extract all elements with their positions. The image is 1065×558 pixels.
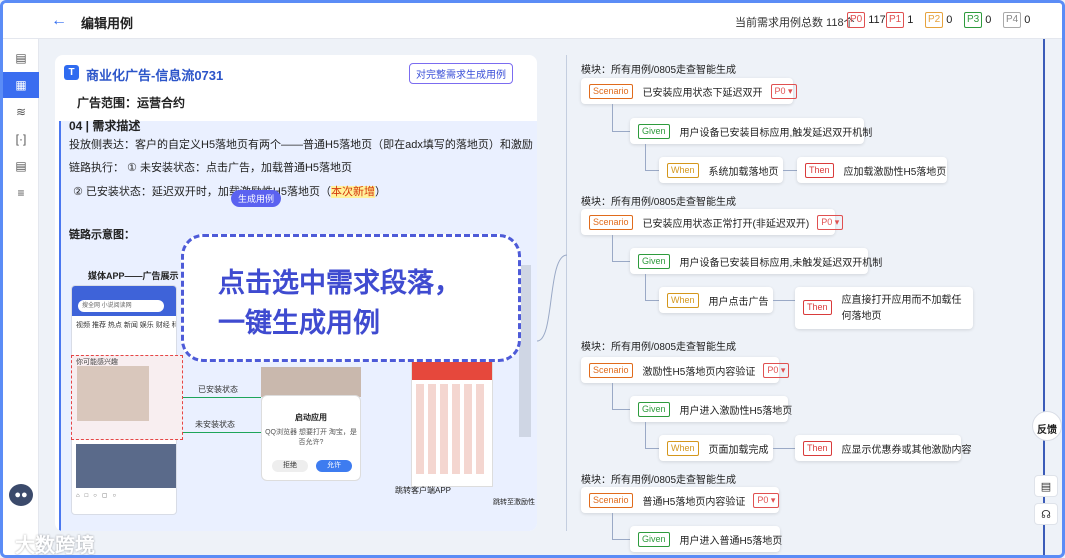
generate-full-cases-button[interactable]: 对完整需求生成用例: [409, 63, 513, 84]
paragraph-3[interactable]: ② 已安装状态：延迟双开时，加载激励性H5落地页（本次新增）: [73, 183, 386, 199]
then-node[interactable]: Then 应直接打开应用而不加载任何落地页: [795, 287, 973, 329]
scenario-node[interactable]: Scenario 普通H5落地页内容验证 P0 ▾: [581, 487, 780, 513]
test-case-mindmap: 模块：所有用例/0805走查智能生成 Scenario 已安装应用状态下延迟双开 P…: [569, 55, 1044, 555]
installed-state-label: 已安装状态: [198, 385, 238, 394]
robot-icon[interactable]: ●●: [9, 484, 33, 506]
mock-search-bar: 搜全网 小说阅读网: [78, 300, 164, 312]
page-title: 编辑用例: [81, 16, 134, 31]
jump-reward-label: 跳转至激励性: [493, 499, 535, 506]
given-node[interactable]: Given 用户设备已安装目标应用,未触发延迟双开机制: [630, 248, 882, 274]
watermark: 大数跨境: [15, 535, 95, 557]
doc-logo-icon: T: [64, 65, 79, 80]
list-icon[interactable]: ▤: [12, 158, 30, 174]
doc-header: T 商业化广告-信息流0731 对完整需求生成用例: [55, 55, 537, 89]
mock-photo: [261, 367, 361, 397]
case-count-label: 当前需求用例总数 118个: [735, 17, 855, 29]
mock-tabs: 视频 推荐 热点 新闻 娱乐 财经 科技: [76, 322, 177, 329]
not-installed-state-label: 未安装状态: [195, 420, 235, 429]
feedback-button[interactable]: 反馈: [1032, 411, 1062, 441]
document-icon[interactable]: ▤: [12, 50, 30, 66]
priority-p0[interactable]: P0 117: [847, 12, 886, 28]
arrow-left-icon[interactable]: ←: [51, 12, 67, 30]
generate-cases-chip[interactable]: 生成用例: [231, 190, 282, 207]
sidebar: ▤ ▦ ≋ [·] ▤ ≡ ●●: [3, 39, 39, 555]
new-tag-highlight: 本次新增: [330, 186, 375, 198]
given-node[interactable]: Given 用户设备已安装目标应用,触发延迟双开机制: [630, 118, 872, 144]
priority-select[interactable]: P0 ▾: [763, 362, 790, 378]
headset-icon[interactable]: ☊: [1034, 503, 1058, 525]
scenario-node[interactable]: Scenario 已安装应用状态正常打开(非延迟双开) P0 ▾: [581, 209, 844, 235]
paragraph-2[interactable]: 链路执行： ① 未安装状态：点击广告，加载普通H5落地页: [69, 159, 352, 175]
mock-ad-image: [77, 366, 149, 421]
given-node[interactable]: Given 用户进入激励性H5落地页: [630, 396, 792, 422]
scenario-node[interactable]: Scenario 已安装应用状态下延迟双开 P0 ▾: [581, 78, 797, 104]
bracket-icon[interactable]: [·]: [12, 131, 30, 147]
priority-p1[interactable]: P1 1: [886, 12, 913, 28]
tip-overlay: 点击选中需求段落， 一键生成用例: [181, 234, 521, 362]
jump-client-label: 跳转客户端APP: [395, 486, 452, 495]
grid-icon[interactable]: ▦: [12, 77, 30, 93]
pulse-icon[interactable]: ≋: [12, 104, 30, 120]
module-label: 模块：所有用例/0805走查智能生成: [581, 65, 737, 76]
mock-news-image: [76, 444, 176, 488]
priority-p3[interactable]: P3 0: [964, 12, 991, 28]
module-label: 模块：所有用例/0805走查智能生成: [581, 342, 737, 353]
diagram-label: 链路示意图：: [69, 229, 135, 241]
mock-ad-card: 你可能感兴趣: [71, 355, 183, 440]
sliders-icon[interactable]: ≡: [12, 185, 30, 201]
mock-title: 媒体APP——广告展示: [88, 271, 179, 281]
doc-title: 商业化广告-信息流0731: [86, 68, 224, 83]
section-title: 04 | 需求描述: [69, 119, 141, 133]
doc-icon[interactable]: ▤: [1034, 475, 1058, 497]
mock-dock: ⌂ □ ○ ▢ ○: [76, 493, 117, 499]
module-label: 模块：所有用例/0805走查智能生成: [581, 475, 737, 486]
ad-range-text: 广告范围：运营合约: [77, 96, 186, 110]
when-node[interactable]: When 系统加载落地页: [659, 157, 783, 183]
priority-select[interactable]: P0 ▾: [770, 83, 797, 99]
mindmap-connector: [537, 55, 567, 531]
top-bar: ← 编辑用例 当前需求用例总数 118个 P0 117 P1 1 P2 0 P3…: [3, 3, 1062, 39]
mock-launch-dialog: 启动应用 QQ浏览器 想要打开 淘宝，是否允许? 拒绝 允许: [261, 395, 361, 481]
then-node[interactable]: Then 应加载激励性H5落地页: [797, 157, 947, 183]
scenario-node[interactable]: Scenario 激励性H5落地页内容验证 P0 ▾: [581, 357, 790, 383]
priority-select[interactable]: P0 ▾: [817, 214, 844, 230]
paragraph-1[interactable]: 投放侧表达：客户的自定义H5落地页有两个——普通H5落地页（即在adx填写的落地…: [69, 136, 533, 152]
then-node[interactable]: Then 应显示优惠券或其他激励内容: [795, 435, 972, 461]
app-window: ← 编辑用例 当前需求用例总数 118个 P0 117 P1 1 P2 0 P3…: [0, 0, 1065, 558]
priority-p4[interactable]: P4 0: [1003, 12, 1030, 28]
module-label: 模块：所有用例/0805走查智能生成: [581, 197, 737, 208]
tip-text: 点击选中需求段落， 一键生成用例: [218, 268, 461, 338]
when-node[interactable]: When 用户点击广告: [659, 287, 773, 313]
priority-select[interactable]: P0 ▾: [753, 492, 780, 508]
priority-p2[interactable]: P2 0: [925, 12, 952, 28]
given-node[interactable]: Given 用户进入普通H5落地页: [630, 526, 782, 552]
when-node[interactable]: When 页面加载完成: [659, 435, 773, 461]
mock-shop-page: [411, 357, 493, 487]
